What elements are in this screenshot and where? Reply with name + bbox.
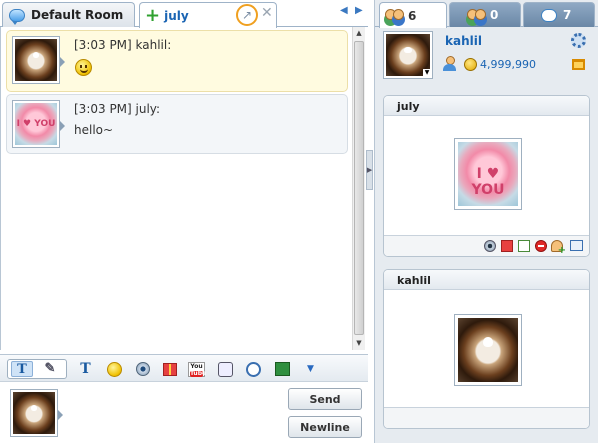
speech-bubble-icon [9,8,25,25]
newline-button[interactable]: Newline [288,416,362,438]
message-header: [3:03 PM] july: [74,102,161,116]
text-mode-icon[interactable]: T [11,361,33,377]
avatar [10,389,63,437]
scroll-up-icon[interactable]: ▲ [353,27,365,40]
tab-next-icon[interactable]: ▶ [355,5,363,16]
gift-icon[interactable] [161,361,178,377]
message-list: [3:03 PM] kahlil: I ♥ YOU [3:03 PM] july… [0,27,352,350]
scroll-down-icon[interactable]: ▼ [353,337,365,350]
messages-icon [541,8,557,22]
message-input-area[interactable]: Send Newline [0,382,368,443]
friends-count: 0 [490,8,499,22]
close-tab-icon[interactable]: ✕ [261,5,273,21]
screen-share-icon[interactable] [274,361,291,377]
message-header: [3:03 PM] kahlil: [74,38,172,52]
send-button[interactable]: Send [288,388,362,410]
chevron-down-icon[interactable]: ▼ [423,69,431,77]
user-status-icon[interactable] [443,56,456,71]
chat-panel: Default Room + july ↗ ✕ ◀ ▶ [3:03 PM] ka… [0,0,368,443]
profile-card-icon[interactable] [570,240,583,251]
video-panel-july: july I ♥ YOU [383,95,590,257]
tab-label: Default Room [31,8,124,22]
emoticon-icon[interactable] [106,361,123,377]
friends-icon [467,8,486,23]
coffee-avatar-image [15,39,57,81]
video-panel-title: kahlil [384,270,589,290]
tab-messages[interactable]: 7 [523,2,595,27]
candy-heart-avatar-image: I ♥ YOU [15,103,57,145]
popout-icon[interactable]: ↗ [236,4,258,26]
my-profile: ▼ kahlil 4,999,990 [375,28,598,86]
tab-friends[interactable]: 0 [449,2,521,27]
candy-heart-avatar-image: I ♥ YOU [458,142,518,206]
webcam-icon[interactable] [134,361,151,377]
scroll-thumb[interactable] [354,41,364,335]
coffee-avatar-image [458,318,518,382]
video-panel-kahlil: kahlil [383,269,590,429]
chat-message: [3:03 PM] kahlil: [6,30,348,92]
coffee-avatar-image [13,392,55,434]
block-icon[interactable] [535,240,547,252]
message-body: hello~ [74,123,114,137]
messages-count: 7 [563,8,572,22]
room-tab-bar: Default Room + july ↗ ✕ ◀ ▶ [0,0,368,28]
more-icon[interactable]: ▼ [302,361,319,377]
input-mode-toggle: T ✎ [7,359,67,379]
send-file-icon[interactable] [518,240,530,252]
avatar[interactable] [12,36,65,84]
video-panel-image[interactable] [454,314,522,386]
tab-default-room[interactable]: Default Room [2,2,135,27]
message-scrollbar[interactable]: ▲ ▼ [352,27,365,350]
side-panel: 6 0 7 ▼ kahlil 4,999,990 july I ♥ YOU + … [374,0,598,443]
smiley-emoticon-icon [75,59,92,76]
webcam-icon[interactable] [484,240,496,252]
voice-call-icon[interactable] [245,361,262,377]
add-friend-icon[interactable] [551,240,566,256]
tab-label: july [164,8,189,23]
avatar[interactable]: ▼ [383,31,433,79]
gift-icon[interactable] [501,240,513,252]
tab-users[interactable]: 6 [379,2,447,28]
handwrite-mode-icon[interactable]: ✎ [39,361,61,377]
video-panel-title: july [384,96,589,116]
shop-cart-icon[interactable] [572,59,585,70]
users-count: 6 [408,8,417,23]
whiteboard-icon[interactable] [217,361,234,377]
plus-icon: + [145,4,161,26]
coin-icon [464,58,477,71]
video-panel-image[interactable]: I ♥ YOU [454,138,522,210]
gear-icon[interactable] [571,33,586,48]
panel-splitter-handle[interactable]: ▶ [366,150,373,190]
font-format-icon[interactable]: T [77,361,94,377]
chat-message: I ♥ YOU [3:03 PM] july: hello~ [6,94,348,154]
users-icon [385,8,404,23]
compose-toolbar: T ✎ T You Tube ▼ [0,354,368,382]
profile-name[interactable]: kahlil [445,34,482,48]
video-panel-actions [384,235,589,256]
youtube-icon[interactable]: You Tube [188,361,206,377]
avatar[interactable]: I ♥ YOU [12,100,65,148]
side-tab-bar: 6 0 7 [375,0,598,28]
tab-prev-icon[interactable]: ◀ [340,5,348,16]
video-panel-footer [384,407,589,428]
coin-balance: 4,999,990 [480,58,536,71]
